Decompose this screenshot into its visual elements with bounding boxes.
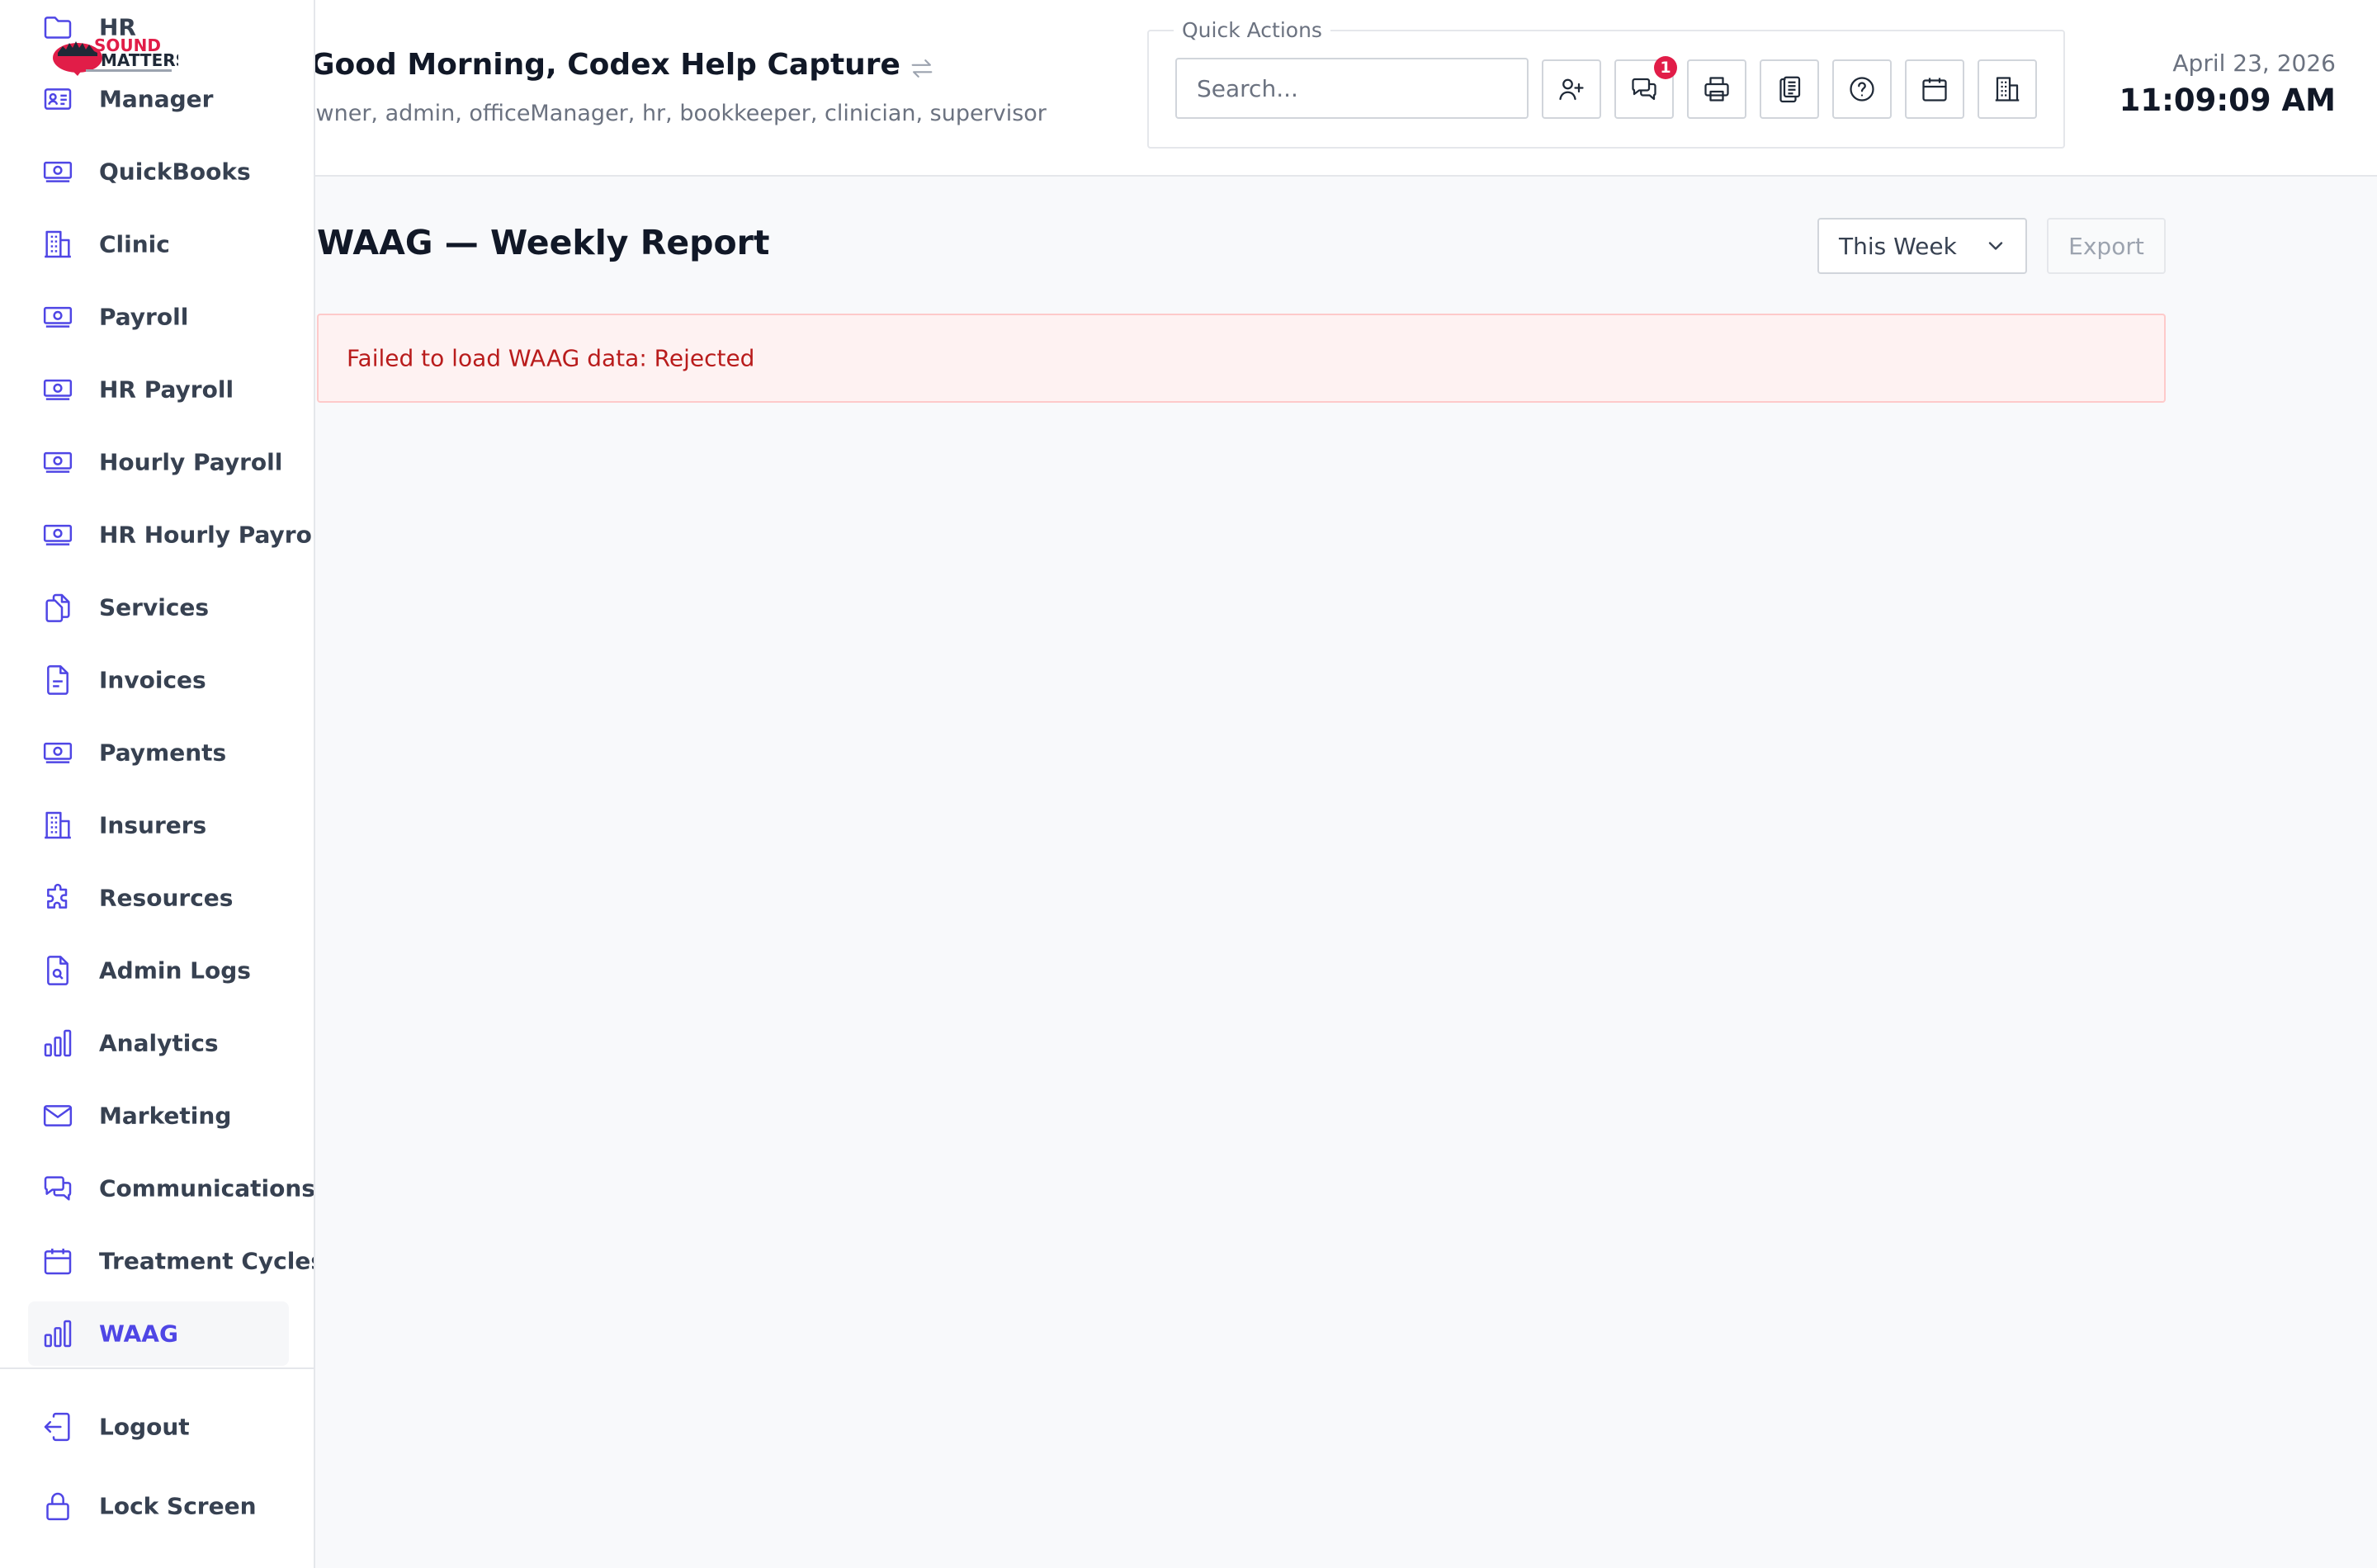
- cash-icon: [41, 446, 74, 479]
- svg-text:MATTERS: MATTERS: [101, 50, 178, 70]
- sidebar-item-label: QuickBooks: [99, 158, 251, 186]
- sidebar-item-label: Invoices: [99, 666, 206, 694]
- cash-icon: [41, 518, 74, 551]
- sidebar-item-label: Logout: [99, 1413, 190, 1441]
- sidebar-item-label: Payroll: [99, 303, 189, 331]
- sidebar-item-hourly-payroll[interactable]: Hourly Payroll: [28, 430, 289, 494]
- current-time: 11:09:09 AM: [2119, 83, 2336, 118]
- id-card-icon: [41, 83, 74, 116]
- sidebar-item-label: Payments: [99, 739, 227, 767]
- sidebar-item-resources[interactable]: Resources: [28, 866, 289, 930]
- add-user-button[interactable]: [1542, 59, 1601, 119]
- sidebar-item-services[interactable]: Services: [28, 575, 289, 640]
- unread-badge: 1: [1654, 56, 1677, 79]
- documents-icon: [41, 591, 74, 624]
- export-button[interactable]: Export: [2047, 218, 2166, 274]
- sidebar-item-label: Lock Screen: [99, 1492, 257, 1520]
- page-title: WAAG — Weekly Report: [317, 223, 770, 262]
- greeting-title: Good Morning, Codex Help Capture: [310, 48, 900, 82]
- chat-icon: [1629, 74, 1659, 104]
- bar-chart-icon: [41, 1027, 74, 1060]
- sidebar-item-label: Admin Logs: [99, 956, 251, 985]
- sound-matters-logo[interactable]: SOUND MATTERS: [46, 28, 187, 78]
- sidebar-item-payments[interactable]: Payments: [28, 720, 289, 785]
- sidebar-item-waag[interactable]: WAAG: [28, 1301, 289, 1366]
- document-icon: [41, 664, 74, 697]
- clipboard-icon: [1774, 74, 1804, 104]
- chat-icon: [41, 1172, 74, 1205]
- bar-chart-icon: [41, 1317, 74, 1350]
- calendar-button[interactable]: [1905, 59, 1964, 119]
- logout-button[interactable]: Logout: [28, 1395, 289, 1459]
- calendar-icon: [41, 1244, 74, 1278]
- sidebar-item-label: Communications: [99, 1174, 315, 1202]
- sidebar-item-analytics[interactable]: Analytics: [28, 1011, 289, 1075]
- help-circle-icon: [1847, 74, 1877, 104]
- cash-icon: [41, 736, 74, 769]
- cash-icon: [41, 155, 74, 188]
- add-user-icon: [1557, 74, 1586, 104]
- period-select-value: This Week: [1839, 232, 1957, 260]
- sidebar-item-communications[interactable]: Communications: [28, 1156, 314, 1221]
- cash-icon: [41, 373, 74, 406]
- sidebar-item-payroll[interactable]: Payroll: [28, 285, 289, 349]
- error-message: Failed to load WAAG data: Rejected: [347, 344, 755, 372]
- sidebar-item-label: Hourly Payroll: [99, 448, 283, 476]
- error-alert: Failed to load WAAG data: Rejected: [317, 314, 2166, 403]
- logout-icon: [41, 1410, 74, 1443]
- calendar-icon: [1920, 74, 1949, 104]
- sidebar-item-hr-hourly-payroll[interactable]: HR Hourly Payroll: [28, 503, 314, 567]
- sidebar-item-admin-logs[interactable]: Admin Logs: [28, 938, 289, 1003]
- sidebar-item-insurers[interactable]: Insurers: [28, 793, 289, 857]
- help-button[interactable]: [1832, 59, 1892, 119]
- quick-actions-legend: Quick Actions: [1174, 18, 1330, 42]
- user-roles: owner, admin, officeManager, hr, bookkee…: [302, 101, 1047, 126]
- sidebar-item-marketing[interactable]: Marketing: [28, 1084, 289, 1148]
- document-search-icon: [41, 954, 74, 987]
- lock-screen-button[interactable]: Lock Screen: [28, 1474, 289, 1538]
- sidebar-item-label: Manager: [99, 85, 214, 113]
- mail-icon: [41, 1099, 74, 1132]
- sidebar-item-quickbooks[interactable]: QuickBooks: [28, 139, 289, 204]
- cash-icon: [41, 300, 74, 333]
- building-icon: [41, 809, 74, 842]
- sidebar-item-clinic[interactable]: Clinic: [28, 212, 289, 276]
- sidebar-item-hr-payroll[interactable]: HR Payroll: [28, 357, 289, 422]
- clinic-button[interactable]: [1978, 59, 2037, 119]
- sidebar-item-label: Services: [99, 593, 210, 621]
- sidebar-divider: [0, 1367, 314, 1369]
- building-icon: [1992, 74, 2022, 104]
- sidebar-item-label: HR Hourly Payroll: [99, 521, 315, 549]
- chevron-down-icon: [1984, 234, 2007, 257]
- sidebar-item-label: Analytics: [99, 1029, 219, 1057]
- sidebar-item-label: Marketing: [99, 1102, 232, 1130]
- sidebar-item-label: Insurers: [99, 811, 207, 839]
- sidebar-item-invoices[interactable]: Invoices: [28, 648, 289, 712]
- period-select[interactable]: This Week: [1817, 218, 2027, 274]
- print-button[interactable]: [1687, 59, 1746, 119]
- printer-icon: [1702, 74, 1732, 104]
- clipboard-button[interactable]: [1760, 59, 1819, 119]
- sidebar-item-label: Treatment Cycles: [99, 1247, 315, 1275]
- sidebar-item-label: WAAG: [99, 1320, 178, 1348]
- lock-icon: [41, 1490, 74, 1523]
- puzzle-icon: [41, 881, 74, 914]
- sidebar-item-label: Resources: [99, 884, 234, 912]
- search-input[interactable]: [1175, 58, 1529, 119]
- current-date: April 23, 2026: [2172, 50, 2336, 77]
- sidebar: SOUND MATTERS HR Manager QuickBooks Clin…: [0, 0, 315, 1568]
- sidebar-item-label: HR Payroll: [99, 375, 234, 404]
- sidebar-item-treatment-cycles[interactable]: Treatment Cycles: [28, 1229, 314, 1293]
- sidebar-item-label: Clinic: [99, 230, 170, 258]
- switch-user-icon[interactable]: [908, 54, 936, 83]
- building-icon: [41, 228, 74, 261]
